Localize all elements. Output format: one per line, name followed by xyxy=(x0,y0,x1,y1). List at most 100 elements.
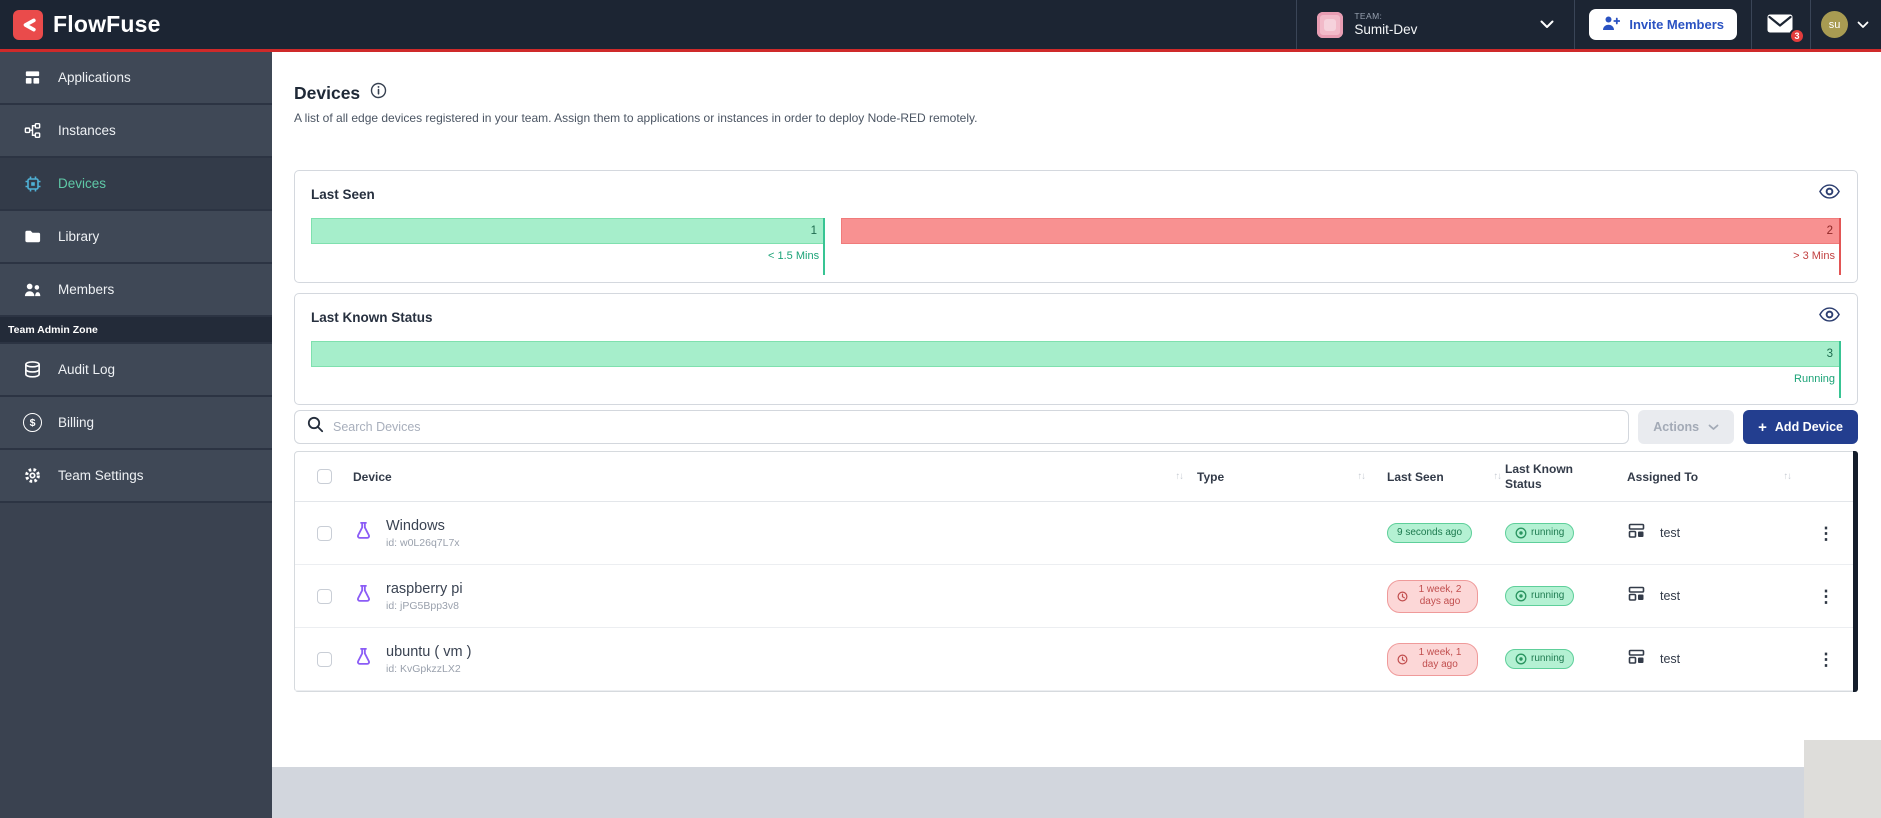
status-badge: running xyxy=(1505,585,1575,607)
segment-label: > 3 Mins xyxy=(1793,250,1835,262)
last-seen-bar: 1 < 1.5 Mins 2 > 3 Mins xyxy=(311,218,1841,275)
notifications-button[interactable]: 3 xyxy=(1752,0,1810,49)
actions-label: Actions xyxy=(1653,420,1700,434)
add-device-button[interactable]: + Add Device xyxy=(1743,410,1858,444)
sidebar-item-applications[interactable]: Applications xyxy=(0,52,272,105)
sort-icon[interactable]: ↑↓ xyxy=(1784,471,1792,482)
invite-members-button[interactable]: Invite Members xyxy=(1589,9,1737,40)
assigned-to-link[interactable]: test xyxy=(1660,526,1680,540)
segment-value: 1 xyxy=(810,225,818,237)
application-icon xyxy=(1627,647,1646,671)
last-seen-badge: 1 week, 1 day ago xyxy=(1387,642,1478,676)
sidebar-item-audit-log[interactable]: Audit Log xyxy=(0,344,272,397)
row-checkbox[interactable] xyxy=(316,651,332,667)
page-title: Devices xyxy=(294,82,361,103)
eye-icon[interactable] xyxy=(1818,183,1841,205)
last-known-status-bar: 3 Running xyxy=(311,341,1841,398)
chevron-down-icon xyxy=(1540,16,1554,34)
sidebar-item-billing[interactable]: $ Billing xyxy=(0,397,272,450)
col-header-assigned-to: Assigned To xyxy=(1627,469,1699,484)
table-row[interactable]: ubuntu ( vm ) id: KvGpkzzLX2 1 week, 1 d… xyxy=(295,628,1857,691)
segment-tick xyxy=(823,218,826,275)
top-navbar: FlowFuse TEAM: Sumit-Dev Invite Members xyxy=(0,0,1881,52)
table-header-row: Device ↑↓ Type ↑↓ Last Seen ↑↓ Last Know… xyxy=(295,452,1857,502)
last-seen-badge: 1 week, 2 days ago xyxy=(1387,579,1478,613)
select-all-checkbox[interactable] xyxy=(316,469,332,484)
segment-tick xyxy=(1839,341,1841,398)
sidebar-item-label: Billing xyxy=(58,415,95,430)
page-description: A list of all edge devices registered in… xyxy=(294,111,978,125)
assigned-to-link[interactable]: test xyxy=(1660,589,1680,603)
team-avatar xyxy=(1317,11,1344,38)
instances-icon xyxy=(22,121,43,140)
table-row[interactable]: raspberry pi id: jPG5Bpp3v8 1 week, 2 da… xyxy=(295,565,1857,628)
device-id: id: w0L26q7L7x xyxy=(386,536,460,549)
gear-icon xyxy=(22,466,43,485)
row-checkbox[interactable] xyxy=(316,525,332,541)
segment-value: 2 xyxy=(1826,225,1833,237)
scrollbar-corner xyxy=(1804,740,1881,818)
sort-icon[interactable]: ↑↓ xyxy=(1358,471,1366,482)
sidebar-item-label: Applications xyxy=(58,70,131,85)
sidebar-item-label: Team Settings xyxy=(58,468,144,483)
invite-members-label: Invite Members xyxy=(1629,17,1724,32)
sidebar-item-team-settings[interactable]: Team Settings xyxy=(0,450,272,503)
sidebar-item-library[interactable]: Library xyxy=(0,211,272,264)
user-plus-icon xyxy=(1602,15,1621,34)
chevron-down-icon xyxy=(1857,16,1869,34)
user-menu[interactable]: su xyxy=(1811,0,1881,49)
sidebar-item-members[interactable]: Members xyxy=(0,264,272,317)
eye-icon[interactable] xyxy=(1818,306,1841,328)
assigned-to-link[interactable]: test xyxy=(1660,652,1680,666)
last-known-status-card: Last Known Status 3 Running xyxy=(294,293,1858,405)
navbar-right: TEAM: Sumit-Dev Invite Members 3 su xyxy=(1296,0,1881,49)
info-icon[interactable] xyxy=(370,82,387,104)
sidebar-item-label: Library xyxy=(58,229,100,244)
actions-button[interactable]: Actions xyxy=(1638,410,1735,444)
sidebar-item-instances[interactable]: Instances xyxy=(0,105,272,158)
chevron-down-icon xyxy=(1708,424,1719,430)
clock-icon xyxy=(1397,590,1408,602)
plus-icon: + xyxy=(1758,418,1767,436)
application-icon xyxy=(1627,521,1646,545)
table-row[interactable]: Windows id: w0L26q7L7x 9 seconds ago run… xyxy=(295,502,1857,565)
brand[interactable]: FlowFuse xyxy=(0,9,161,40)
running-icon xyxy=(1515,590,1527,602)
device-id: id: jPG5Bpp3v8 xyxy=(386,599,459,612)
search-box xyxy=(294,410,1630,444)
notification-badge: 3 xyxy=(1789,27,1805,44)
team-selector[interactable]: TEAM: Sumit-Dev xyxy=(1297,0,1574,49)
segment-label: < 1.5 Mins xyxy=(768,250,820,262)
application-icon xyxy=(1627,584,1646,608)
search-input[interactable] xyxy=(333,420,1617,434)
sidebar-item-devices[interactable]: Devices xyxy=(0,158,272,211)
col-header-type: Type xyxy=(1197,469,1225,484)
team-label: TEAM: xyxy=(1354,10,1383,21)
device-name[interactable]: Windows xyxy=(386,518,460,534)
running-icon xyxy=(1515,653,1527,665)
segment-tick xyxy=(1839,218,1841,275)
device-name[interactable]: raspberry pi xyxy=(386,581,463,597)
clock-icon xyxy=(1397,653,1408,665)
last-seen-title: Last Seen xyxy=(311,186,375,202)
brand-name: FlowFuse xyxy=(53,11,161,37)
page-header: Devices xyxy=(294,82,1858,104)
status-badge: running xyxy=(1505,522,1575,544)
device-name[interactable]: ubuntu ( vm ) xyxy=(386,644,471,660)
sidebar-item-label: Members xyxy=(58,282,115,297)
col-header-device: Device xyxy=(353,469,392,484)
main-content: Devices A list of all edge devices regis… xyxy=(272,52,1881,767)
sort-icon[interactable]: ↑↓ xyxy=(1176,471,1184,482)
page-background-strip xyxy=(272,767,1881,818)
table-scrollbar[interactable] xyxy=(1853,451,1858,692)
row-menu-button[interactable]: ⋮ xyxy=(1818,525,1835,542)
sidebar-item-label: Audit Log xyxy=(58,362,116,377)
dollar-icon: $ xyxy=(22,413,43,432)
last-seen-segment-stale: 2 > 3 Mins xyxy=(841,218,1841,275)
sort-icon[interactable]: ↑↓ xyxy=(1494,471,1502,482)
row-menu-button[interactable]: ⋮ xyxy=(1818,588,1835,605)
row-menu-button[interactable]: ⋮ xyxy=(1818,651,1835,668)
row-checkbox[interactable] xyxy=(316,588,332,604)
flask-icon xyxy=(353,520,374,547)
sidebar-item-label: Instances xyxy=(58,123,116,138)
